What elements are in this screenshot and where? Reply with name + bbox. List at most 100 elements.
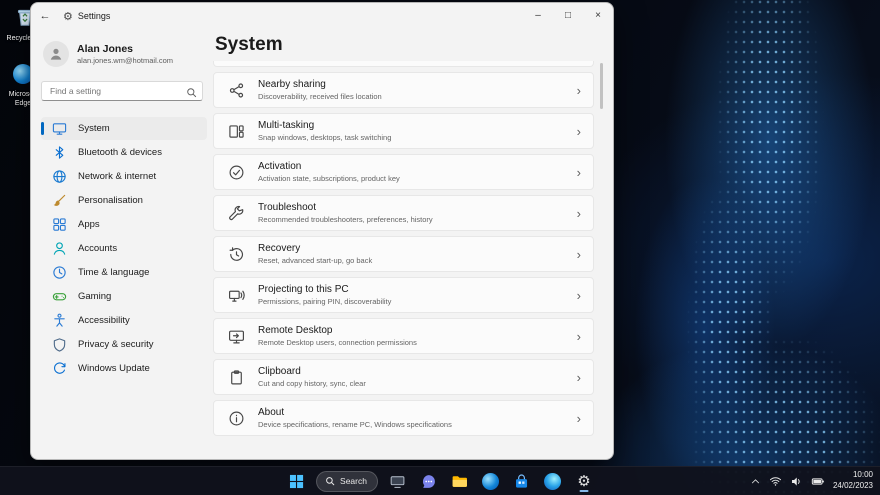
system-tray: 10:00 24/02/2023 <box>750 467 873 495</box>
taskbar-search[interactable]: Search <box>316 471 378 492</box>
file-explorer-icon <box>451 473 468 490</box>
tray-date: 24/02/2023 <box>833 481 873 492</box>
tray-time: 10:00 <box>833 470 873 481</box>
chevron-right-icon: › <box>577 207 581 220</box>
sidebar-item-apps[interactable]: Apps <box>41 213 207 236</box>
shield-icon <box>52 337 67 352</box>
close-button[interactable]: × <box>583 3 613 27</box>
taskbar-search-label: Search <box>340 476 367 486</box>
card-title: Remote Desktop <box>258 325 564 336</box>
sidebar-item-bluetooth-devices[interactable]: Bluetooth & devices <box>41 141 207 164</box>
card-subtitle: Permissions, pairing PIN, discoverabilit… <box>258 297 564 306</box>
battery-icon[interactable] <box>811 475 825 488</box>
chevron-right-icon: › <box>577 289 581 302</box>
sidebar-item-personalisation[interactable]: Personalisation <box>41 189 207 212</box>
maximize-button[interactable]: □ <box>553 3 583 27</box>
update-arrows-icon <box>52 361 67 376</box>
sidebar-item-windows-update[interactable]: Windows Update <box>41 357 207 380</box>
system-icon <box>52 121 67 136</box>
settings-window: ← ⚙ Settings – □ × Alan Jones alan.jo <box>30 2 614 460</box>
settings-card-recovery[interactable]: Recovery Reset, advanced start-up, go ba… <box>213 236 594 272</box>
card-subtitle: Cut and copy history, sync, clear <box>258 379 564 388</box>
taskbar-app-photos[interactable] <box>542 469 564 493</box>
page-title: System <box>215 34 603 56</box>
settings-search <box>41 81 203 101</box>
sidebar-item-accounts[interactable]: Accounts <box>41 237 207 260</box>
sidebar-item-gaming[interactable]: Gaming <box>41 285 207 308</box>
settings-card-troubleshoot[interactable]: Troubleshoot Recommended troubleshooters… <box>213 195 594 231</box>
card-title: Multi-tasking <box>258 120 564 131</box>
taskbar-app-edge[interactable] <box>480 469 502 493</box>
taskbar-app-chat[interactable] <box>418 469 440 493</box>
gamepad-icon <box>52 289 67 304</box>
partial-card <box>213 61 594 67</box>
card-title: Nearby sharing <box>258 79 564 90</box>
edge-icon <box>482 473 499 490</box>
card-title: Troubleshoot <box>258 202 564 213</box>
taskbar-app-store[interactable] <box>511 469 533 493</box>
sidebar-item-system[interactable]: System <box>41 117 207 140</box>
taskbar-app-file-explorer[interactable] <box>449 469 471 493</box>
wifi-icon[interactable] <box>769 475 782 488</box>
troubleshoot-icon <box>228 205 245 222</box>
card-title: Clipboard <box>258 366 564 377</box>
chevron-right-icon: › <box>577 412 581 425</box>
window-title: Settings <box>78 11 111 21</box>
card-subtitle: Snap windows, desktops, task switching <box>258 133 564 142</box>
nearby-sharing-icon <box>228 82 245 99</box>
photos-icon <box>544 473 561 490</box>
settings-gear-icon: ⚙ <box>577 474 590 489</box>
back-button[interactable]: ← <box>31 10 59 22</box>
taskbar-clock[interactable]: 10:00 24/02/2023 <box>833 470 873 492</box>
volume-icon[interactable] <box>790 475 803 488</box>
sidebar-item-accessibility[interactable]: Accessibility <box>41 309 207 332</box>
chat-icon <box>420 473 437 490</box>
person-icon <box>52 241 67 256</box>
chevron-right-icon: › <box>577 371 581 384</box>
desktop: Recycle Bin Microsoft Edge ← ⚙ Settings … <box>0 0 880 495</box>
recovery-icon <box>228 246 245 263</box>
apps-grid-icon <box>52 217 67 232</box>
settings-card-remote-desktop[interactable]: Remote Desktop Remote Desktop users, con… <box>213 318 594 354</box>
sidebar-item-privacy-security[interactable]: Privacy & security <box>41 333 207 356</box>
settings-card-clipboard[interactable]: Clipboard Cut and copy history, sync, cl… <box>213 359 594 395</box>
settings-gear-icon: ⚙ <box>63 10 73 23</box>
settings-card-projecting[interactable]: Projecting to this PC Permissions, pairi… <box>213 277 594 313</box>
settings-content: System Nearby sharing Discoverability, r… <box>213 29 603 451</box>
chevron-right-icon: › <box>577 84 581 97</box>
user-account-row[interactable]: Alan Jones alan.jones.wm@hotmail.com <box>43 41 205 67</box>
chevron-right-icon: › <box>577 125 581 138</box>
settings-cards-list: Nearby sharing Discoverability, received… <box>213 61 594 441</box>
settings-card-multi-tasking[interactable]: Multi-tasking Snap windows, desktops, ta… <box>213 113 594 149</box>
settings-sidebar: Alan Jones alan.jones.wm@hotmail.com Sys… <box>31 29 213 459</box>
task-view-icon <box>389 473 406 490</box>
chevron-right-icon: › <box>577 248 581 261</box>
taskbar-center: Search <box>285 467 595 495</box>
card-subtitle: Discoverability, received files location <box>258 92 564 101</box>
card-subtitle: Remote Desktop users, connection permiss… <box>258 338 564 347</box>
remote-desktop-icon <box>228 328 245 345</box>
card-subtitle: Recommended troubleshooters, preferences… <box>258 215 564 224</box>
settings-search-input[interactable] <box>41 81 203 101</box>
hidden-icons-chevron[interactable] <box>750 476 761 487</box>
settings-card-about[interactable]: About Device specifications, rename PC, … <box>213 400 594 436</box>
settings-card-activation[interactable]: Activation Activation state, subscriptio… <box>213 154 594 190</box>
settings-card-nearby-sharing[interactable]: Nearby sharing Discoverability, received… <box>213 72 594 108</box>
bluetooth-icon <box>52 145 67 160</box>
card-title: Recovery <box>258 243 564 254</box>
taskbar: Search <box>0 466 880 495</box>
title-bar: ← ⚙ Settings – □ × <box>31 3 613 29</box>
taskbar-app-task-view[interactable] <box>387 469 409 493</box>
sidebar-item-network-internet[interactable]: Network & internet <box>41 165 207 188</box>
start-button[interactable] <box>285 469 307 493</box>
chevron-right-icon: › <box>577 166 581 179</box>
user-email: alan.jones.wm@hotmail.com <box>77 56 173 65</box>
paintbrush-icon <box>52 193 67 208</box>
minimize-button[interactable]: – <box>523 3 553 27</box>
sidebar-item-time-language[interactable]: Time & language <box>41 261 207 284</box>
scrollbar[interactable] <box>600 63 603 109</box>
taskbar-app-settings[interactable]: ⚙ <box>573 469 595 493</box>
person-icon <box>48 46 64 62</box>
activation-icon <box>228 164 245 181</box>
card-subtitle: Activation state, subscriptions, product… <box>258 174 564 183</box>
